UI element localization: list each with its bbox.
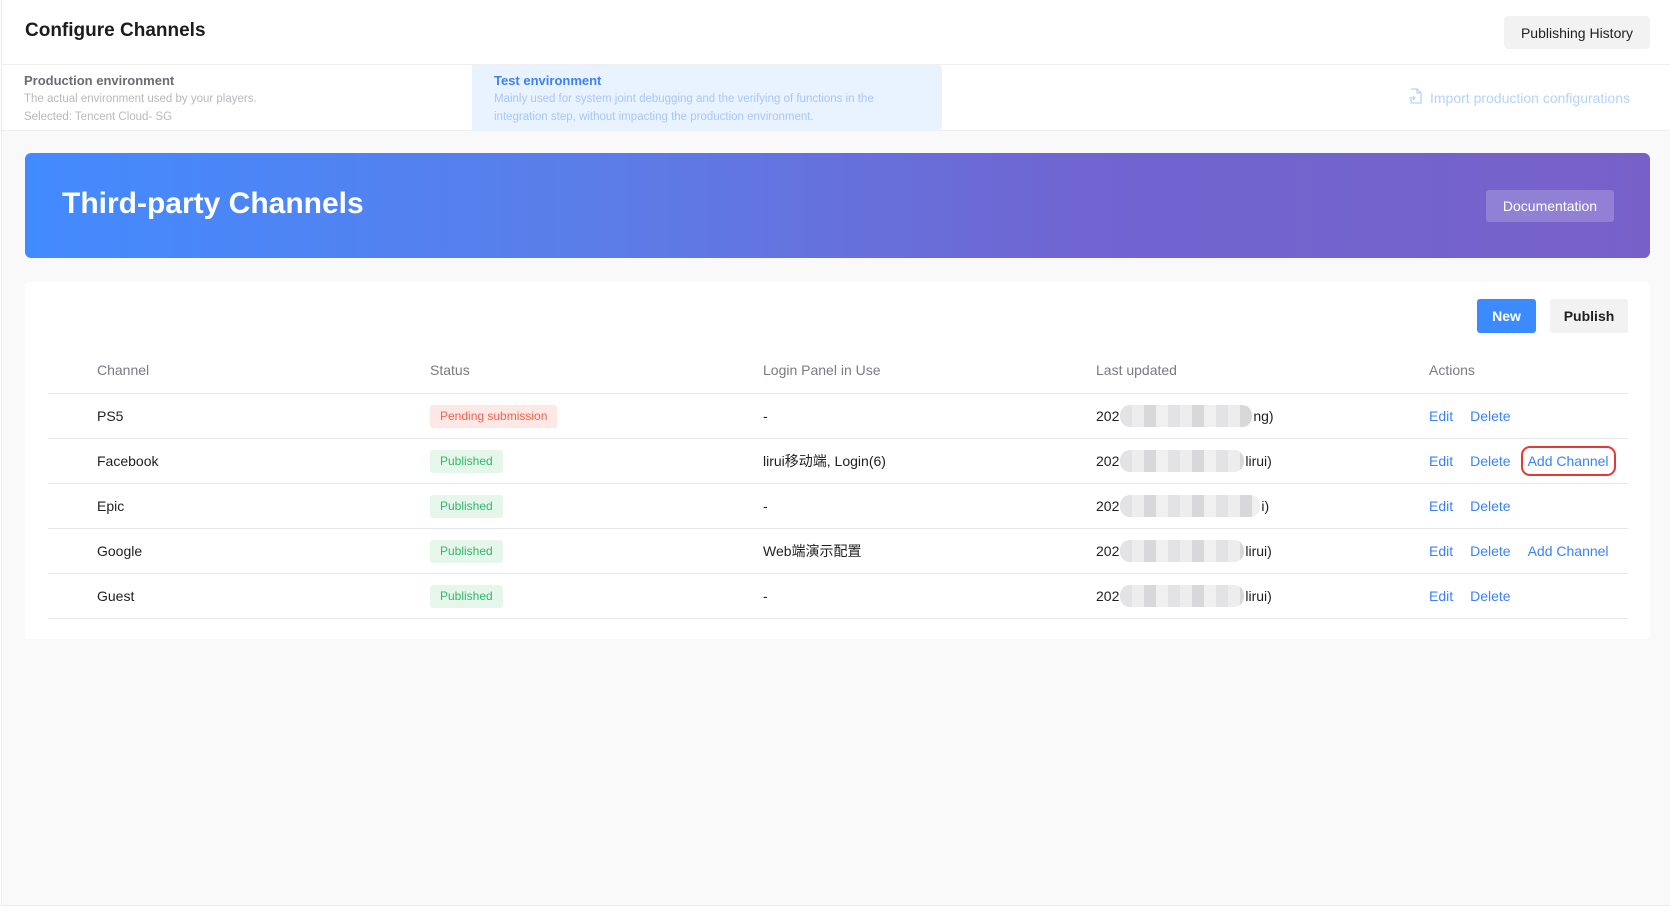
env-test-description-line2: integration step, without impacting the … [494,108,942,126]
last-updated: 202 lirui) [1047,540,1380,562]
last-updated: 202 ng) [1047,405,1380,427]
table-header: Channel Status Login Panel in Use Last u… [48,347,1628,394]
column-header-login-panel: Login Panel in Use [714,362,1047,378]
channels-table: Channel Status Login Panel in Use Last u… [48,347,1628,619]
redacted-blur [1120,585,1244,607]
channel-name: Epic [48,498,381,514]
edit-link[interactable]: Edit [1429,408,1453,424]
last-updated-prefix: 202 [1096,498,1119,514]
env-tab-production[interactable]: Production environment The actual enviro… [2,65,472,131]
third-party-channels-banner: Third-party Channels Documentation [25,153,1650,258]
env-test-title: Test environment [494,72,942,90]
login-panel: - [714,498,1047,514]
new-button[interactable]: New [1477,299,1536,333]
publish-button[interactable]: Publish [1550,299,1628,333]
last-updated-prefix: 202 [1096,453,1119,469]
last-updated-suffix: lirui) [1245,543,1271,559]
env-production-title: Production environment [24,72,472,90]
table-row: Google Published Web端演示配置 202 lirui) Edi… [48,529,1628,574]
env-production-selected: Selected: Tencent Cloud- SG [24,108,472,126]
status-badge: Published [430,495,503,518]
channel-name: Google [48,543,381,559]
status-badge: Published [430,585,503,608]
environment-bar: Production environment The actual enviro… [2,65,1670,131]
channels-card: New Publish Channel Status Login Panel i… [25,282,1650,639]
redacted-blur [1120,540,1244,562]
top-header: Configure Channels Publishing History [2,0,1670,65]
last-updated-suffix: ng) [1253,408,1273,424]
last-updated-prefix: 202 [1096,408,1119,424]
table-row: PS5 Pending submission - 202 ng) Edit De… [48,394,1628,439]
edit-link[interactable]: Edit [1429,588,1453,604]
delete-link[interactable]: Delete [1470,543,1510,559]
channel-name: Facebook [48,453,381,469]
last-updated-prefix: 202 [1096,543,1119,559]
last-updated: 202 lirui) [1047,450,1380,472]
documentation-button[interactable]: Documentation [1486,190,1614,222]
publishing-history-button[interactable]: Publishing History [1504,16,1650,49]
last-updated-suffix: lirui) [1245,588,1271,604]
add-channel-link[interactable]: Add Channel [1528,453,1609,469]
column-header-status: Status [381,362,714,378]
channel-name: PS5 [48,408,381,424]
import-label: Import production configurations [1430,90,1630,106]
last-updated-suffix: lirui) [1245,453,1271,469]
banner-title: Third-party Channels [62,187,364,221]
env-tab-test[interactable]: Test environment Mainly used for system … [472,65,942,131]
login-panel: Web端演示配置 [714,541,1047,561]
status-badge: Pending submission [430,405,557,428]
last-updated: 202 lirui) [1047,585,1380,607]
column-header-last-updated: Last updated [1047,362,1380,378]
login-panel: - [714,408,1047,424]
env-test-description-line1: Mainly used for system joint debugging a… [494,90,942,108]
edit-link[interactable]: Edit [1429,453,1453,469]
redacted-blur [1120,405,1252,427]
table-row: Guest Published - 202 lirui) Edit Delete [48,574,1628,619]
channel-name: Guest [48,588,381,604]
delete-link[interactable]: Delete [1470,453,1510,469]
status-badge: Published [430,450,503,473]
column-header-actions: Actions [1380,362,1628,378]
last-updated-prefix: 202 [1096,588,1119,604]
delete-link[interactable]: Delete [1470,408,1510,424]
table-row: Facebook Published lirui移动端, Login(6) 20… [48,439,1628,484]
page: Configure Channels Publishing History Pr… [1,0,1670,906]
last-updated-suffix: i) [1261,498,1269,514]
delete-link[interactable]: Delete [1470,588,1510,604]
edit-link[interactable]: Edit [1429,498,1453,514]
redacted-blur [1120,495,1260,517]
last-updated: 202 i) [1047,495,1380,517]
edit-link[interactable]: Edit [1429,543,1453,559]
file-import-icon [1408,88,1422,107]
table-row: Epic Published - 202 i) Edit Delete [48,484,1628,529]
login-panel: lirui移动端, Login(6) [714,451,1047,471]
add-channel-link[interactable]: Add Channel [1528,543,1609,559]
status-badge: Published [430,540,503,563]
redacted-blur [1120,450,1244,472]
delete-link[interactable]: Delete [1470,498,1510,514]
column-header-channel: Channel [48,362,381,378]
page-title: Configure Channels [25,20,206,42]
login-panel: - [714,588,1047,604]
env-production-description: The actual environment used by your play… [24,90,472,108]
import-production-configurations-link[interactable]: Import production configurations [1408,88,1630,107]
